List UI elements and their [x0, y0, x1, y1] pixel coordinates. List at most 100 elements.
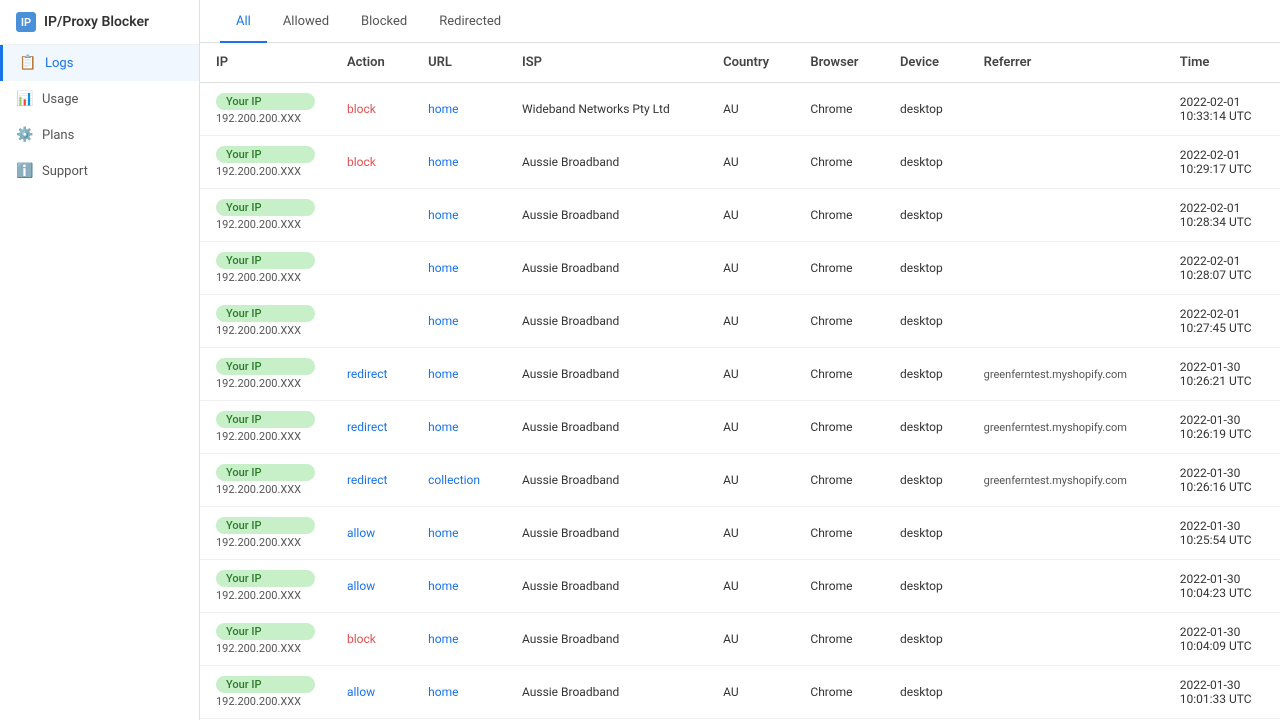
cell-url[interactable]: home — [412, 507, 506, 560]
cell-isp: Aussie Broadband — [506, 560, 707, 613]
url-link[interactable]: home — [428, 367, 458, 381]
cell-url[interactable]: home — [412, 295, 506, 348]
cell-country: AU — [707, 83, 794, 136]
logo-icon: IP — [16, 12, 36, 32]
cell-action: block — [331, 136, 412, 189]
cell-isp: Aussie Broadband — [506, 136, 707, 189]
cell-referrer: greenferntest.myshopify.com — [968, 454, 1164, 507]
url-link[interactable]: home — [428, 685, 458, 699]
app-logo: IP IP/Proxy Blocker — [0, 0, 199, 45]
col-isp: ISP — [506, 43, 707, 83]
sidebar-item-logs[interactable]: 📋 Logs — [0, 45, 199, 81]
url-link[interactable]: home — [428, 632, 458, 646]
url-link[interactable]: collection — [428, 473, 480, 487]
table-row: Your IP192.200.200.XXXallowhomeAussie Br… — [200, 666, 1280, 719]
url-link[interactable]: home — [428, 208, 458, 222]
cell-device: desktop — [884, 242, 968, 295]
cell-url[interactable]: home — [412, 401, 506, 454]
cell-isp: Aussie Broadband — [506, 189, 707, 242]
sidebar-label-support: Support — [42, 164, 88, 179]
cell-referrer: greenferntest.myshopify.com — [968, 401, 1164, 454]
table-row: Your IP192.200.200.XXXallowhomeAussie Br… — [200, 507, 1280, 560]
cell-time: 2022-02-0110:28:07 UTC — [1164, 242, 1280, 295]
cell-device: desktop — [884, 560, 968, 613]
cell-url[interactable]: home — [412, 242, 506, 295]
url-link[interactable]: home — [428, 579, 458, 593]
cell-url[interactable]: home — [412, 189, 506, 242]
cell-ip: Your IP192.200.200.XXX — [200, 401, 331, 454]
cell-time: 2022-01-3010:26:21 UTC — [1164, 348, 1280, 401]
ip-badge: Your IP — [216, 676, 315, 693]
url-link[interactable]: home — [428, 314, 458, 328]
cell-action — [331, 189, 412, 242]
ip-badge: Your IP — [216, 93, 315, 110]
cell-country: AU — [707, 613, 794, 666]
cell-isp: Aussie Broadband — [506, 242, 707, 295]
ip-address: 192.200.200.XXX — [216, 430, 315, 443]
tab-redirected[interactable]: Redirected — [423, 0, 517, 43]
action-label: block — [347, 155, 376, 169]
ip-address: 192.200.200.XXX — [216, 589, 315, 602]
cell-device: desktop — [884, 348, 968, 401]
cell-time: 2022-01-3010:01:33 UTC — [1164, 666, 1280, 719]
ip-badge: Your IP — [216, 464, 315, 481]
cell-time: 2022-01-3010:26:19 UTC — [1164, 401, 1280, 454]
cell-time: 2022-02-0110:33:14 UTC — [1164, 83, 1280, 136]
cell-action — [331, 242, 412, 295]
cell-url[interactable]: collection — [412, 454, 506, 507]
cell-time: 2022-01-3010:26:16 UTC — [1164, 454, 1280, 507]
cell-country: AU — [707, 242, 794, 295]
col-country: Country — [707, 43, 794, 83]
table-row: Your IP192.200.200.XXXhomeAussie Broadba… — [200, 295, 1280, 348]
cell-ip: Your IP192.200.200.XXX — [200, 666, 331, 719]
cell-country: AU — [707, 560, 794, 613]
cell-time: 2022-01-3010:04:09 UTC — [1164, 613, 1280, 666]
ip-badge: Your IP — [216, 623, 315, 640]
cell-url[interactable]: home — [412, 666, 506, 719]
action-label: allow — [347, 579, 375, 593]
cell-device: desktop — [884, 613, 968, 666]
tabs-bar: All Allowed Blocked Redirected — [200, 0, 1280, 43]
cell-time: 2022-02-0110:27:45 UTC — [1164, 295, 1280, 348]
cell-action — [331, 295, 412, 348]
col-time: Time — [1164, 43, 1280, 83]
cell-url[interactable]: home — [412, 560, 506, 613]
url-link[interactable]: home — [428, 261, 458, 275]
cell-device: desktop — [884, 507, 968, 560]
sidebar-item-usage[interactable]: 📊 Usage — [0, 81, 199, 117]
sidebar-item-support[interactable]: ℹ️ Support — [0, 153, 199, 189]
ip-badge: Your IP — [216, 517, 315, 534]
cell-ip: Your IP192.200.200.XXX — [200, 242, 331, 295]
cell-time: 2022-02-0110:29:17 UTC — [1164, 136, 1280, 189]
cell-url[interactable]: home — [412, 136, 506, 189]
table-row: Your IP192.200.200.XXXredirecthomeAussie… — [200, 348, 1280, 401]
action-label: redirect — [347, 420, 388, 434]
table-row: Your IP192.200.200.XXXblockhomeAussie Br… — [200, 613, 1280, 666]
cell-url[interactable]: home — [412, 83, 506, 136]
url-link[interactable]: home — [428, 420, 458, 434]
tab-all[interactable]: All — [220, 0, 267, 43]
cell-url[interactable]: home — [412, 348, 506, 401]
cell-browser: Chrome — [794, 295, 884, 348]
ip-address: 192.200.200.XXX — [216, 536, 315, 549]
support-icon: ℹ️ — [16, 163, 32, 179]
tab-allowed[interactable]: Allowed — [267, 0, 345, 43]
cell-isp: Aussie Broadband — [506, 507, 707, 560]
cell-ip: Your IP 192.200.200.XXX — [200, 507, 331, 560]
table-row: Your IP192.200.200.XXX home Aussie Broadba… — [200, 242, 1280, 295]
ip-address: 192.200.200.XXX — [216, 483, 315, 496]
cell-time: 2022-02-0110:28:34 UTC — [1164, 189, 1280, 242]
url-link[interactable]: home — [428, 155, 458, 169]
cell-action: redirect — [331, 454, 412, 507]
logs-table-container: IP Action URL ISP Country Browser Device… — [200, 43, 1280, 720]
tab-blocked[interactable]: Blocked — [345, 0, 423, 43]
url-link[interactable]: home — [428, 102, 458, 116]
cell-action: allow — [331, 666, 412, 719]
sidebar-item-plans[interactable]: ⚙️ Plans — [0, 117, 199, 153]
cell-isp: Aussie Broadband — [506, 348, 707, 401]
cell-action: redirect — [331, 348, 412, 401]
ip-address: 192.200.200.XXX — [216, 642, 315, 655]
url-link[interactable]: home — [428, 526, 458, 540]
cell-url[interactable]: home — [412, 613, 506, 666]
table-header-row: IP Action URL ISP Country Browser Device… — [200, 43, 1280, 83]
